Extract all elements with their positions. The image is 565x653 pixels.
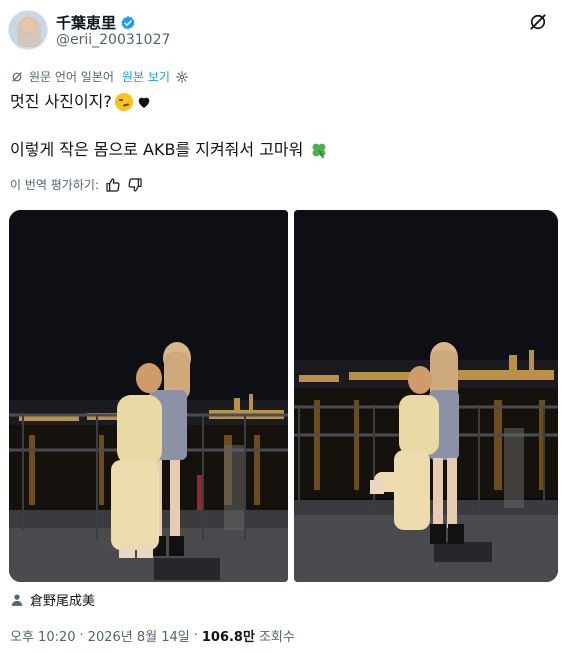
tagged-user-name[interactable]: 倉野尾成美 (30, 590, 95, 609)
meta-separator-2: · (193, 628, 198, 643)
meta-separator: · (79, 628, 84, 643)
black-heart-icon (138, 97, 150, 108)
person-icon (11, 593, 23, 606)
post-date[interactable]: 2026년 8월 14일 (88, 626, 190, 645)
post-photo-2[interactable] (294, 210, 558, 582)
verified-badge-icon (121, 15, 135, 30)
thumbs-down-icon[interactable] (127, 177, 143, 193)
tagged-user-row[interactable]: 倉野尾成美 (10, 590, 95, 609)
post-text-1: 멋진 사진이지? (10, 92, 112, 111)
translate-icon (12, 71, 22, 82)
view-count-label: 조회수 (258, 630, 295, 645)
avatar[interactable] (8, 10, 48, 50)
author-display-name[interactable]: 千葉恵里 (56, 12, 116, 33)
rate-translation-label: 이 번역 평가하기: (10, 178, 99, 192)
view-count: 106.8만 (201, 630, 255, 645)
settings-gear-icon[interactable] (175, 70, 189, 84)
post-meta-row: 오후 10:20 · 2026년 8월 14일 · 106.8만 조회수 (10, 626, 295, 645)
post-photo-1[interactable] (9, 210, 288, 582)
smirk-emoji-icon (114, 93, 133, 111)
author-handle[interactable]: @erii_20031027 (56, 32, 170, 48)
translation-notice: 원문 언어 일본어 원본 보기 (10, 68, 189, 85)
post-time[interactable]: 오후 10:20 (10, 626, 76, 645)
post-text-2: 이렇게 작은 몸으로 AKB를 지켜줘서 고마워 (10, 140, 304, 159)
thumbs-up-icon[interactable] (105, 177, 121, 193)
author-name-row: 千葉恵里 (56, 12, 136, 33)
show-original-link[interactable]: 원본 보기 (122, 68, 170, 85)
grok-icon[interactable] (528, 12, 548, 32)
post-header: 千葉恵里 @erii_20031027 (0, 0, 565, 62)
translation-notice-text: 원문 언어 일본어 (29, 70, 114, 84)
four-leaf-clover-icon (312, 143, 326, 159)
post-text-line-1: 멋진 사진이지? (10, 92, 152, 112)
rate-translation-row: 이 번역 평가하기: (10, 176, 143, 193)
post-text-line-2: 이렇게 작은 몸으로 AKB를 지켜줘서 고마워 (10, 140, 329, 160)
